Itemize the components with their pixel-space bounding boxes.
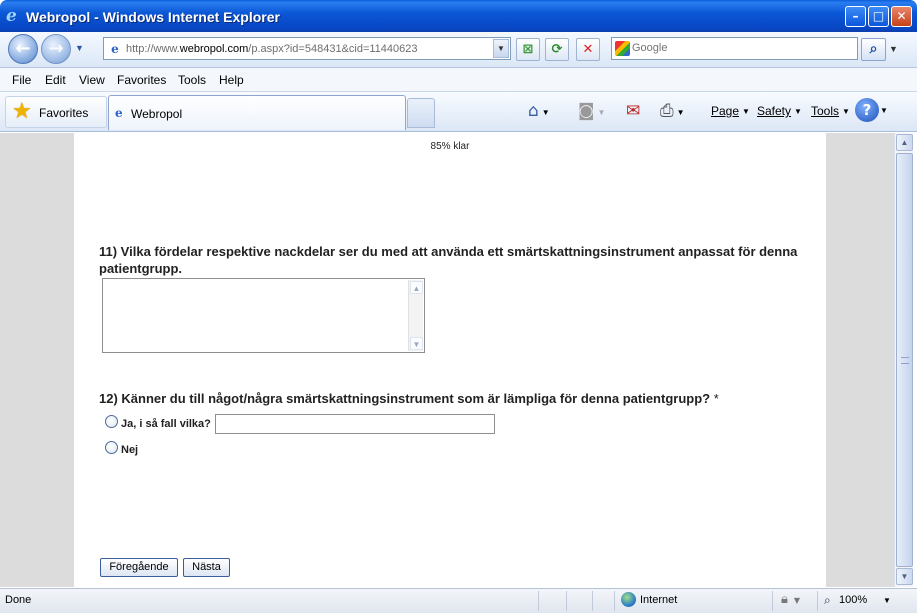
- status-bar: Done Internet 🔒︎ ▼ ⌕ 100% ▼: [0, 588, 917, 613]
- protected-mode-icon[interactable]: 🔒︎ ▼: [781, 592, 800, 609]
- status-divider: [592, 591, 593, 611]
- favorites-button[interactable]: ★ Favorites: [5, 96, 107, 128]
- home-icon: ⌂: [528, 101, 539, 121]
- search-button[interactable]: ⌕: [861, 38, 886, 61]
- printer-icon: ⎙: [660, 101, 674, 121]
- page-icon: e: [111, 42, 119, 56]
- question-11-text: 11) Vilka fördelar respektive nackdelar …: [99, 244, 798, 276]
- maximize-button[interactable]: □: [868, 6, 889, 27]
- previous-button[interactable]: Föregående: [100, 558, 178, 577]
- read-mail-button[interactable]: ✉: [626, 100, 640, 122]
- menu-favorites[interactable]: Favorites: [117, 73, 166, 87]
- menu-help[interactable]: Help: [219, 73, 244, 87]
- new-tab-button[interactable]: [407, 98, 435, 128]
- internet-zone-globe-icon: [621, 592, 636, 607]
- zoom-dropdown-icon[interactable]: ▼: [883, 596, 891, 605]
- google-icon: [615, 41, 630, 56]
- textarea-scroll-down-icon[interactable]: ▼: [410, 337, 423, 350]
- address-bar[interactable]: e http://www.webropol.com/p.aspx?id=5484…: [103, 37, 511, 60]
- progress-text: 85% klar: [430, 141, 470, 152]
- feeds-button[interactable]: ◙ ▼: [578, 100, 605, 122]
- stop-icon[interactable]: ✕: [576, 38, 600, 61]
- vertical-scrollbar[interactable]: ▲ ▼: [894, 133, 913, 587]
- home-button[interactable]: ⌂ ▼: [528, 100, 550, 122]
- status-divider: [538, 591, 539, 611]
- search-box[interactable]: [611, 37, 858, 60]
- status-text: Done: [5, 594, 32, 606]
- menu-edit[interactable]: Edit: [45, 73, 66, 87]
- url-text[interactable]: http://www.webropol.com/p.aspx?id=548431…: [126, 43, 418, 55]
- menu-bar: File Edit View Favorites Tools Help: [0, 68, 917, 92]
- back-button[interactable]: ←: [8, 34, 38, 64]
- question-12-text: 12) Känner du till något/några smärtskat…: [99, 391, 719, 406]
- radio-yes[interactable]: [105, 415, 118, 428]
- required-marker: *: [713, 391, 719, 406]
- tools-menu[interactable]: Tools ▼: [811, 100, 850, 122]
- menu-file[interactable]: File: [12, 73, 31, 87]
- safety-menu-label: Safety: [757, 104, 792, 118]
- star-icon: ★: [12, 99, 32, 124]
- print-button[interactable]: ⎙ ▼: [660, 100, 685, 122]
- scroll-up-icon[interactable]: ▲: [896, 134, 913, 151]
- menu-tools[interactable]: Tools: [178, 73, 206, 87]
- security-zone-text: Internet: [640, 594, 678, 606]
- status-divider: [614, 591, 615, 611]
- refresh-icon[interactable]: ⟳: [545, 38, 569, 61]
- menu-view[interactable]: View: [79, 73, 105, 87]
- status-divider: [817, 591, 818, 611]
- help-dropdown-icon[interactable]: ▼: [880, 100, 888, 122]
- tab-page-icon: e: [115, 106, 123, 120]
- compatibility-view-icon[interactable]: ⊠: [516, 38, 540, 61]
- window-title: Webropol - Windows Internet Explorer: [26, 9, 280, 25]
- question-12-other-input[interactable]: [215, 414, 495, 434]
- scroll-grip-icon: [901, 357, 909, 364]
- favorites-bar: ★ Favorites e Webropol ⌂ ▼ ◙ ▼ ✉ ⎙ ▼ Page ▼ …: [0, 92, 917, 132]
- help-icon[interactable]: ?: [855, 98, 879, 122]
- navigation-bar: ← → ▼ e http://www.webropol.com/p.aspx?i…: [0, 32, 917, 68]
- radio-no[interactable]: [105, 441, 118, 454]
- option-no-label[interactable]: Nej: [121, 443, 138, 457]
- favorites-label: Favorites: [39, 106, 89, 120]
- search-input[interactable]: [632, 42, 852, 54]
- tab-label: Webropol: [131, 107, 183, 121]
- question-11-textarea[interactable]: ▲ ▼: [102, 278, 425, 353]
- survey-page: 85% klar 11) Vilka fördelar respektive n…: [74, 133, 826, 587]
- search-options-dropdown-icon[interactable]: ▼: [889, 44, 898, 54]
- scrollbar-thumb[interactable]: [896, 153, 913, 567]
- close-button[interactable]: ✕: [891, 6, 912, 27]
- ie-logo-icon: e: [6, 6, 17, 26]
- title-bar: e Webropol - Windows Internet Explorer –…: [0, 0, 917, 32]
- forward-button[interactable]: →: [41, 34, 71, 64]
- address-dropdown-button[interactable]: ▼: [493, 39, 509, 58]
- mail-icon: ✉: [626, 101, 641, 121]
- option-yes-label[interactable]: Ja, i så fall vilka?: [121, 417, 211, 431]
- rss-icon: ◙: [578, 101, 595, 121]
- textarea-scroll-up-icon[interactable]: ▲: [410, 281, 423, 294]
- tools-menu-label: Tools: [811, 104, 840, 118]
- zoom-magnifier-icon[interactable]: ⌕: [824, 592, 831, 608]
- page-viewport: 85% klar 11) Vilka fördelar respektive n…: [0, 133, 894, 587]
- scroll-down-icon[interactable]: ▼: [896, 568, 913, 585]
- page-menu-label: Page: [711, 104, 740, 118]
- safety-menu[interactable]: Safety ▼: [757, 100, 802, 122]
- tab-webropol[interactable]: e Webropol: [108, 95, 406, 130]
- status-divider: [566, 591, 567, 611]
- textarea-scrollbar[interactable]: ▲ ▼: [408, 280, 423, 351]
- recent-pages-dropdown-icon[interactable]: ▼: [75, 43, 84, 53]
- minimize-button[interactable]: –: [845, 6, 866, 27]
- status-divider: [772, 591, 773, 611]
- page-menu[interactable]: Page ▼: [711, 100, 750, 122]
- next-button[interactable]: Nästa: [183, 558, 230, 577]
- zoom-level[interactable]: 100%: [839, 594, 867, 606]
